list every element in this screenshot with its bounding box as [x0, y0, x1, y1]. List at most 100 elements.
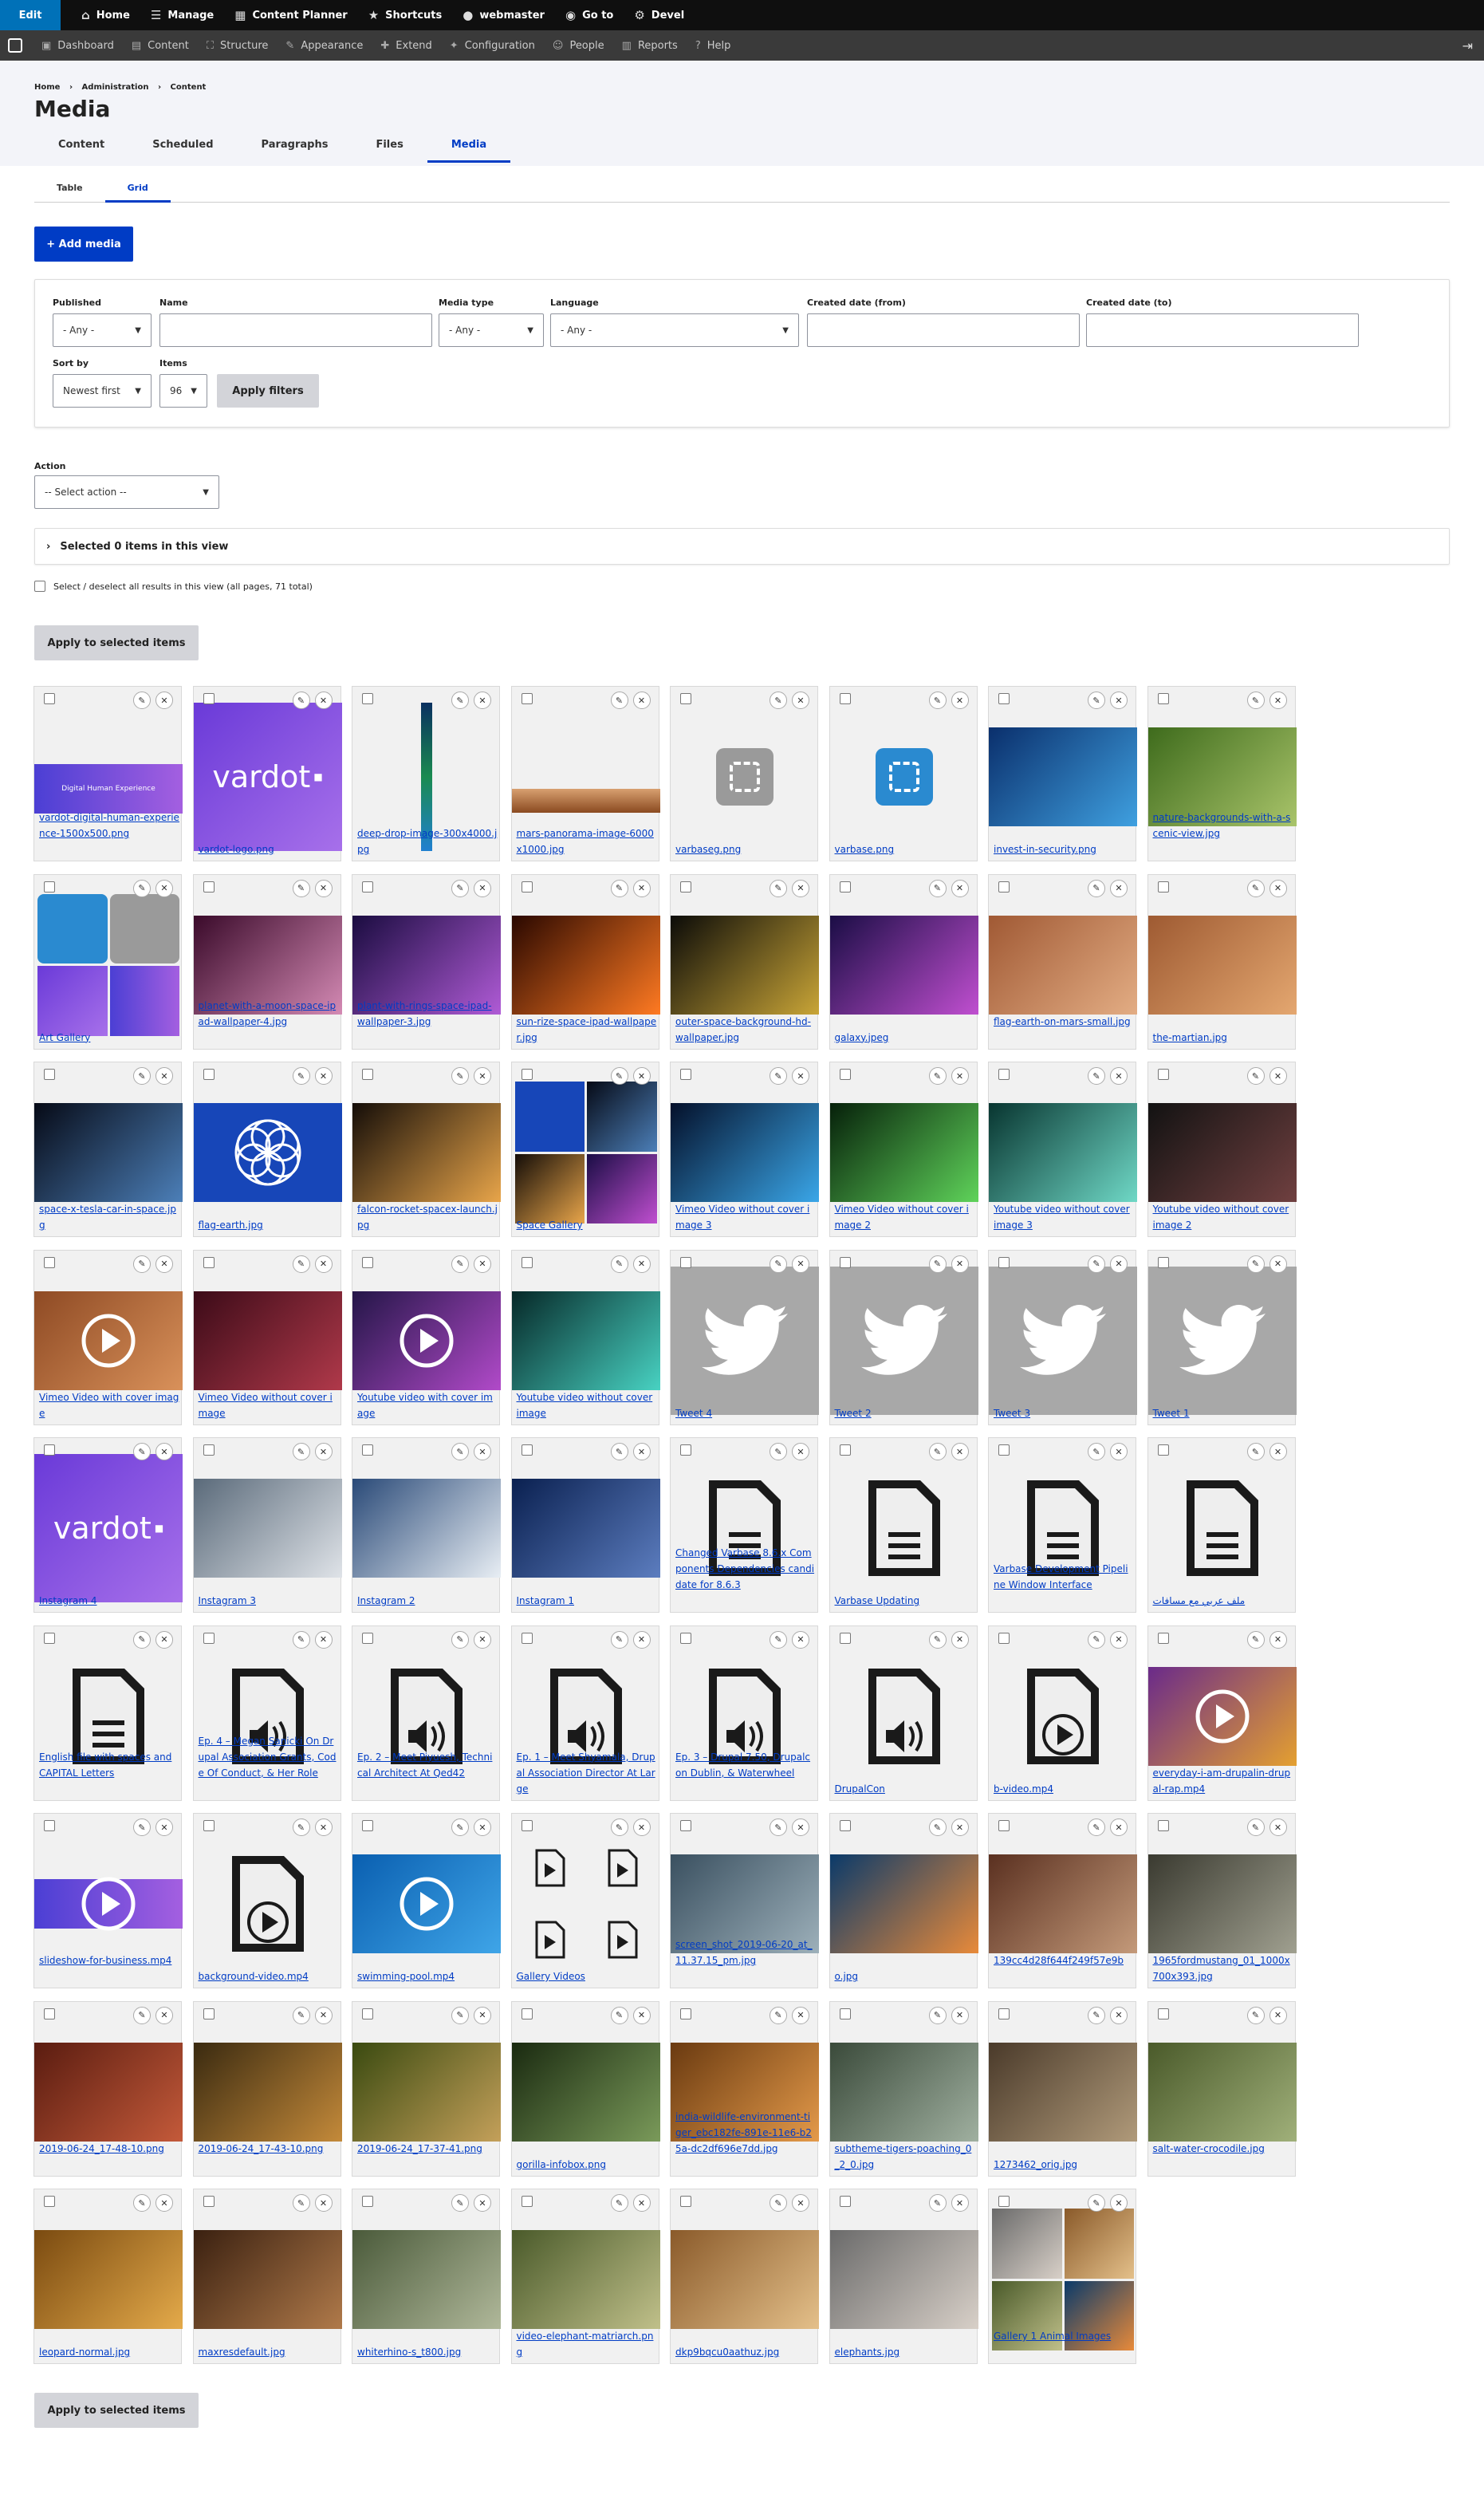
media-select-checkbox[interactable] — [521, 2196, 533, 2207]
media-title-link[interactable]: Youtube video with cover image — [357, 1389, 498, 1421]
media-card[interactable]: ✎ ✕ Ep. 3 – Drupal 7.50, Drupalcon Dublin,… — [670, 1625, 818, 1801]
media-card[interactable]: ✎ ✕ Instagram 1 — [510, 1437, 660, 1613]
media-card[interactable]: ✎ ✕ invest-in-security.png — [988, 686, 1137, 861]
delete-icon[interactable]: ✕ — [951, 1067, 969, 1085]
media-select-checkbox[interactable] — [44, 1256, 55, 1268]
media-card[interactable]: ✎ ✕ 2019-06-24_17-43-10.png — [192, 2000, 342, 2177]
delete-icon[interactable]: ✕ — [632, 1067, 651, 1085]
media-title-link[interactable]: Tweet 2 — [835, 1405, 975, 1421]
delete-icon[interactable]: ✕ — [1269, 1067, 1287, 1085]
delete-icon[interactable]: ✕ — [951, 2006, 969, 2024]
media-select-checkbox[interactable] — [203, 693, 215, 704]
media-card[interactable]: ✎ ✕ Vimeo Video without cover image 2 — [829, 1062, 978, 1237]
admin-menu-item-7[interactable]: ▥ Reports — [622, 40, 678, 52]
media-card[interactable]: ✎ ✕ Instagram 2 — [352, 1437, 501, 1613]
edit-icon[interactable]: ✎ — [451, 2006, 469, 2024]
delete-icon[interactable]: ✕ — [314, 1067, 333, 1085]
media-card[interactable]: ✎ ✕ Gallery 1 Animal Images — [988, 2189, 1136, 2364]
media-thumbnail[interactable] — [830, 1454, 978, 1602]
media-card[interactable]: ✎ ✕ maxresdefault.jpg — [192, 2189, 342, 2364]
items-select[interactable]: 96 ▼ — [159, 374, 207, 408]
delete-icon[interactable]: ✕ — [792, 1067, 809, 1085]
media-select-checkbox[interactable] — [521, 693, 533, 704]
edit-icon[interactable]: ✎ — [610, 2006, 628, 2024]
admin-menu-item-4[interactable]: ✚ Extend — [380, 40, 431, 52]
media-card[interactable]: ✎ ✕ Vimeo Video without cover image — [192, 1249, 342, 1425]
media-select-checkbox[interactable] — [521, 1069, 533, 1080]
media-select-checkbox[interactable] — [44, 1444, 55, 1456]
media-title-link[interactable]: video-elephant-matriarch.png — [517, 2328, 657, 2360]
select-all-checkbox[interactable] — [34, 581, 45, 592]
media-card[interactable]: vardot ■ ✎ ✕ Instagram 4 — [33, 1437, 183, 1613]
media-select-checkbox[interactable] — [839, 1820, 851, 1831]
media-title-link[interactable]: Space Gallery — [517, 1217, 657, 1233]
media-title-link[interactable]: background-video.mp4 — [199, 1968, 339, 1984]
admin-menu-item-3[interactable]: ✎ Appearance — [285, 40, 363, 52]
media-card[interactable]: ✎ ✕ Vimeo Video with cover image — [33, 1249, 183, 1425]
media-title-link[interactable]: 2019-06-24_17-37-41.png — [357, 2141, 498, 2157]
toolbar-item-5[interactable]: ◉ Go to — [565, 8, 613, 22]
delete-icon[interactable]: ✕ — [792, 879, 809, 897]
delete-icon[interactable]: ✕ — [155, 1819, 173, 1836]
delete-icon[interactable]: ✕ — [1269, 1630, 1287, 1649]
media-card[interactable]: ✎ ✕ deep-drop-image-300x4000.jpg — [352, 686, 500, 861]
media-thumbnail[interactable] — [830, 1642, 978, 1791]
tab-paragraphs[interactable]: Paragraphs — [238, 139, 352, 163]
delete-icon[interactable]: ✕ — [792, 692, 809, 709]
media-select-checkbox[interactable] — [1157, 1632, 1169, 1644]
edit-icon[interactable]: ✎ — [451, 1630, 469, 1649]
media-card[interactable]: ✎ ✕ b-video.mp4 — [988, 1625, 1136, 1801]
edit-icon[interactable]: ✎ — [610, 1067, 628, 1085]
media-select-checkbox[interactable] — [1157, 693, 1169, 704]
edit-icon[interactable]: ✎ — [451, 1067, 469, 1085]
media-select-checkbox[interactable] — [1157, 1820, 1169, 1831]
media-select-checkbox[interactable] — [680, 1820, 691, 1831]
edit-icon[interactable]: ✎ — [451, 2194, 469, 2212]
delete-icon[interactable]: ✕ — [474, 2194, 491, 2212]
edit-icon[interactable]: ✎ — [770, 1630, 787, 1649]
media-card[interactable]: ✎ ✕ whiterhino-s_t800.jpg — [352, 2189, 501, 2364]
delete-icon[interactable]: ✕ — [792, 1443, 809, 1460]
edit-icon[interactable]: ✎ — [292, 1067, 310, 1085]
delete-icon[interactable]: ✕ — [632, 1255, 651, 1273]
delete-icon[interactable]: ✕ — [792, 1630, 809, 1649]
delete-icon[interactable]: ✕ — [1269, 1255, 1287, 1273]
delete-icon[interactable]: ✕ — [951, 1819, 969, 1836]
delete-icon[interactable]: ✕ — [474, 1443, 491, 1460]
media-card[interactable]: ✎ ✕ salt-water-crocodile.jpg — [1147, 2000, 1297, 2177]
media-thumbnail[interactable] — [829, 1266, 978, 1415]
media-select-checkbox[interactable] — [521, 1632, 533, 1644]
sort-by-select[interactable]: Newest first ▼ — [53, 374, 152, 408]
media-thumbnail[interactable] — [193, 1454, 342, 1602]
media-card[interactable]: ✎ ✕ Youtube video with cover image — [352, 1249, 501, 1425]
media-card[interactable]: ✎ ✕ Youtube video without cover image 2 — [1147, 1062, 1297, 1237]
media-select-checkbox[interactable] — [1157, 2008, 1169, 2019]
media-card[interactable]: Digital Human Experience ✎ ✕ vardot-digital… — [33, 686, 183, 861]
media-card[interactable]: ✎ ✕ subtheme-tigers-poaching_0_2_0.jpg — [829, 2000, 978, 2177]
collapse-toolbar-icon[interactable]: ⇥ — [1462, 38, 1473, 53]
delete-icon[interactable]: ✕ — [951, 692, 969, 709]
edit-icon[interactable]: ✎ — [928, 1443, 947, 1460]
media-card[interactable]: ✎ ✕ 2019-06-24_17-48-10.png — [33, 2000, 183, 2177]
edit-icon[interactable]: ✎ — [610, 1443, 628, 1460]
media-title-link[interactable]: Vimeo Video without cover image 2 — [835, 1201, 975, 1233]
delete-icon[interactable]: ✕ — [1269, 692, 1287, 709]
media-card[interactable]: ✎ ✕ Changed Varbase 8.6.x Components Depen… — [670, 1437, 818, 1613]
media-card[interactable]: ✎ ✕ Tweet 2 — [829, 1249, 978, 1425]
delete-icon[interactable]: ✕ — [792, 2006, 809, 2024]
delete-icon[interactable]: ✕ — [314, 2006, 333, 2024]
delete-icon[interactable]: ✕ — [792, 1819, 809, 1836]
edit-icon[interactable]: ✎ — [1088, 1819, 1105, 1836]
media-card[interactable]: ✎ ✕ sun-rize-space-ipad-wallpaper.jpg — [510, 873, 660, 1050]
media-select-checkbox[interactable] — [203, 2008, 215, 2019]
media-card[interactable]: ✎ ✕ mars-panorama-image-6000x1000.jpg — [510, 686, 660, 861]
edit-toggle-button[interactable]: Edit — [0, 0, 61, 30]
media-card[interactable]: ✎ ✕ the-martian.jpg — [1147, 873, 1297, 1050]
edit-icon[interactable]: ✎ — [133, 2194, 151, 2212]
edit-icon[interactable]: ✎ — [770, 2006, 787, 2024]
media-card[interactable]: ✎ ✕ dkp9bqcu0aathuz.jpg — [670, 2189, 819, 2364]
media-select-checkbox[interactable] — [203, 1820, 215, 1831]
delete-icon[interactable]: ✕ — [474, 1255, 491, 1273]
media-card[interactable]: ✎ ✕ Varbase Updating — [829, 1437, 978, 1613]
edit-icon[interactable]: ✎ — [1088, 879, 1105, 897]
